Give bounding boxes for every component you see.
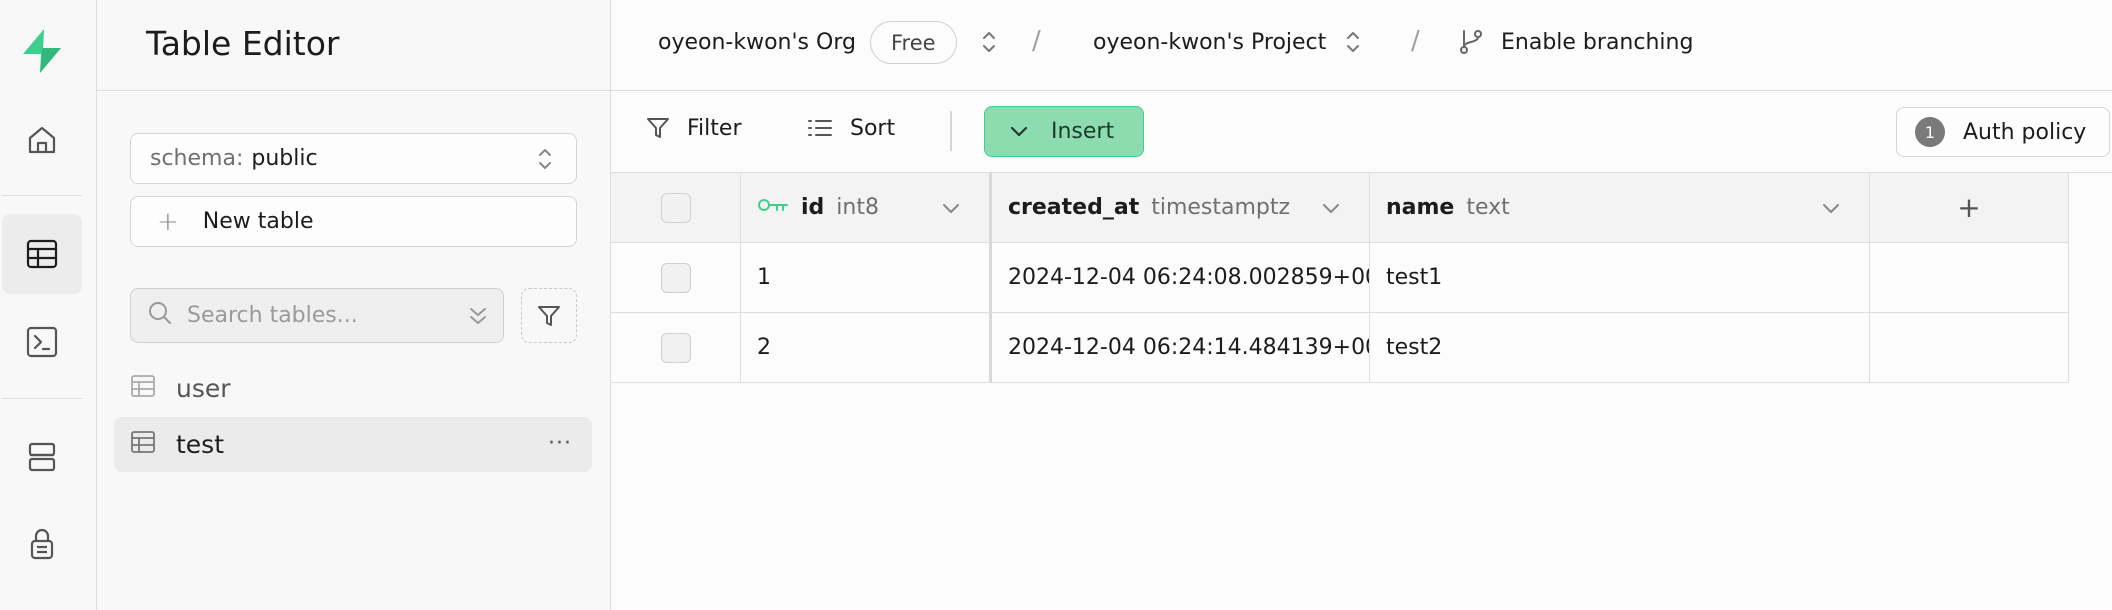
data-grid: id int8 created_at timestamptz name text	[611, 173, 2112, 610]
plus-icon: +	[157, 206, 179, 237]
auth-policy-button[interactable]: 1 Auth policy	[1896, 107, 2110, 157]
sidebar-header: Table Editor	[97, 0, 610, 91]
auth-policy-count-badge: 1	[1915, 117, 1945, 147]
database-icon[interactable]	[2, 417, 82, 497]
auth-icon[interactable]	[2, 504, 82, 584]
chevron-down-icon	[1010, 126, 1028, 136]
project-switcher-icon[interactable]	[1344, 28, 1362, 62]
chevron-up-down-icon	[536, 146, 554, 178]
table-name: test	[176, 430, 225, 459]
table-sidebar: Table Editor schema: public + New table	[97, 0, 611, 610]
row-checkbox[interactable]	[660, 262, 691, 293]
supabase-logo-icon[interactable]	[17, 26, 67, 76]
toolbar-divider	[950, 111, 952, 151]
auth-policy-label: Auth policy	[1963, 119, 2087, 145]
sort-icon	[808, 120, 832, 136]
sort-label: Sort	[850, 115, 896, 141]
table-name: user	[176, 374, 231, 403]
more-options-icon[interactable]: ···	[548, 431, 572, 456]
filter-icon	[647, 118, 669, 138]
cell-name[interactable]: test1	[1370, 243, 1870, 313]
breadcrumb-org[interactable]: oyeon-kwon's Org	[658, 30, 856, 55]
new-table-label: New table	[202, 209, 314, 234]
column-name: id	[801, 195, 825, 220]
search-tables-input[interactable]: Search tables...	[130, 288, 504, 343]
search-icon	[147, 300, 173, 332]
select-all-checkbox[interactable]	[660, 192, 691, 223]
search-placeholder: Search tables...	[187, 303, 358, 328]
select-all-cell	[611, 173, 741, 243]
filter-tables-button[interactable]	[521, 288, 577, 343]
top-bar: oyeon-kwon's Org Free / oyeon-kwon's Pro…	[611, 0, 2112, 91]
column-header-id[interactable]: id int8	[741, 173, 992, 243]
filter-button[interactable]: Filter	[645, 115, 741, 141]
breadcrumb-project[interactable]: oyeon-kwon's Project	[1093, 30, 1326, 55]
table-icon	[130, 373, 156, 405]
nav-rail	[0, 0, 97, 610]
new-table-button[interactable]: + New table	[130, 196, 577, 247]
row-select-cell	[611, 243, 741, 313]
app-window: Table Editor schema: public + New table	[0, 0, 2112, 610]
chevron-down-icon[interactable]	[1821, 197, 1841, 222]
table-row[interactable]: 1 2024-12-04 06:24:08.002859+00 test1	[611, 243, 2069, 313]
page-title: Table Editor	[146, 24, 340, 63]
add-column-button[interactable]: +	[1870, 173, 2069, 243]
table-editor-icon[interactable]	[2, 214, 82, 294]
column-type: timestamptz	[1151, 195, 1291, 220]
column-header-name[interactable]: name text	[1370, 173, 1870, 243]
chevron-down-icon[interactable]	[941, 197, 961, 222]
row-select-cell	[611, 313, 741, 383]
cell-empty	[1870, 313, 2069, 383]
sidebar-table-user[interactable]: user	[114, 361, 592, 416]
cell-empty	[1870, 243, 2069, 313]
cell-id[interactable]: 1	[741, 243, 992, 313]
filter-label: Filter	[687, 115, 742, 141]
column-type: text	[1466, 195, 1510, 220]
filter-icon	[538, 305, 560, 326]
breadcrumb-separator: /	[1411, 26, 1420, 56]
column-header-created-at[interactable]: created_at timestamptz	[992, 173, 1370, 243]
cell-name[interactable]: test2	[1370, 313, 1870, 383]
enable-branching-button[interactable]: Enable branching	[1501, 30, 1693, 55]
schema-select[interactable]: schema: public	[130, 133, 577, 184]
row-checkbox[interactable]	[660, 332, 691, 363]
schema-select-label: schema:	[150, 146, 244, 171]
org-switcher-icon[interactable]	[980, 28, 998, 62]
chevron-down-icon[interactable]	[1321, 197, 1341, 222]
grid-header-row: id int8 created_at timestamptz name text	[611, 173, 2069, 243]
sort-button[interactable]: Sort	[806, 115, 895, 141]
sql-editor-icon[interactable]	[2, 302, 82, 382]
column-name: created_at	[1008, 195, 1140, 220]
table-row[interactable]: 2 2024-12-04 06:24:14.484139+00 test2	[611, 313, 2069, 383]
insert-button[interactable]: Insert	[984, 106, 1144, 157]
insert-label: Insert	[1051, 119, 1115, 144]
sidebar-table-test[interactable]: test ···	[114, 417, 592, 472]
cell-created-at[interactable]: 2024-12-04 06:24:14.484139+00	[992, 313, 1370, 383]
schema-select-value: public	[251, 146, 318, 171]
double-chevron-down-icon[interactable]	[467, 303, 489, 335]
git-branch-icon	[1458, 28, 1484, 62]
cell-id[interactable]: 2	[741, 313, 992, 383]
primary-key-icon	[757, 195, 789, 220]
grid-toolbar: Filter Sort Insert 1 Auth policy	[611, 91, 2112, 173]
cell-created-at[interactable]: 2024-12-04 06:24:08.002859+00	[992, 243, 1370, 313]
column-type: int8	[836, 195, 879, 220]
plan-badge: Free	[870, 21, 957, 64]
home-icon[interactable]	[2, 100, 82, 180]
table-icon	[130, 429, 156, 461]
breadcrumb-separator: /	[1032, 26, 1041, 56]
column-name: name	[1386, 195, 1455, 220]
